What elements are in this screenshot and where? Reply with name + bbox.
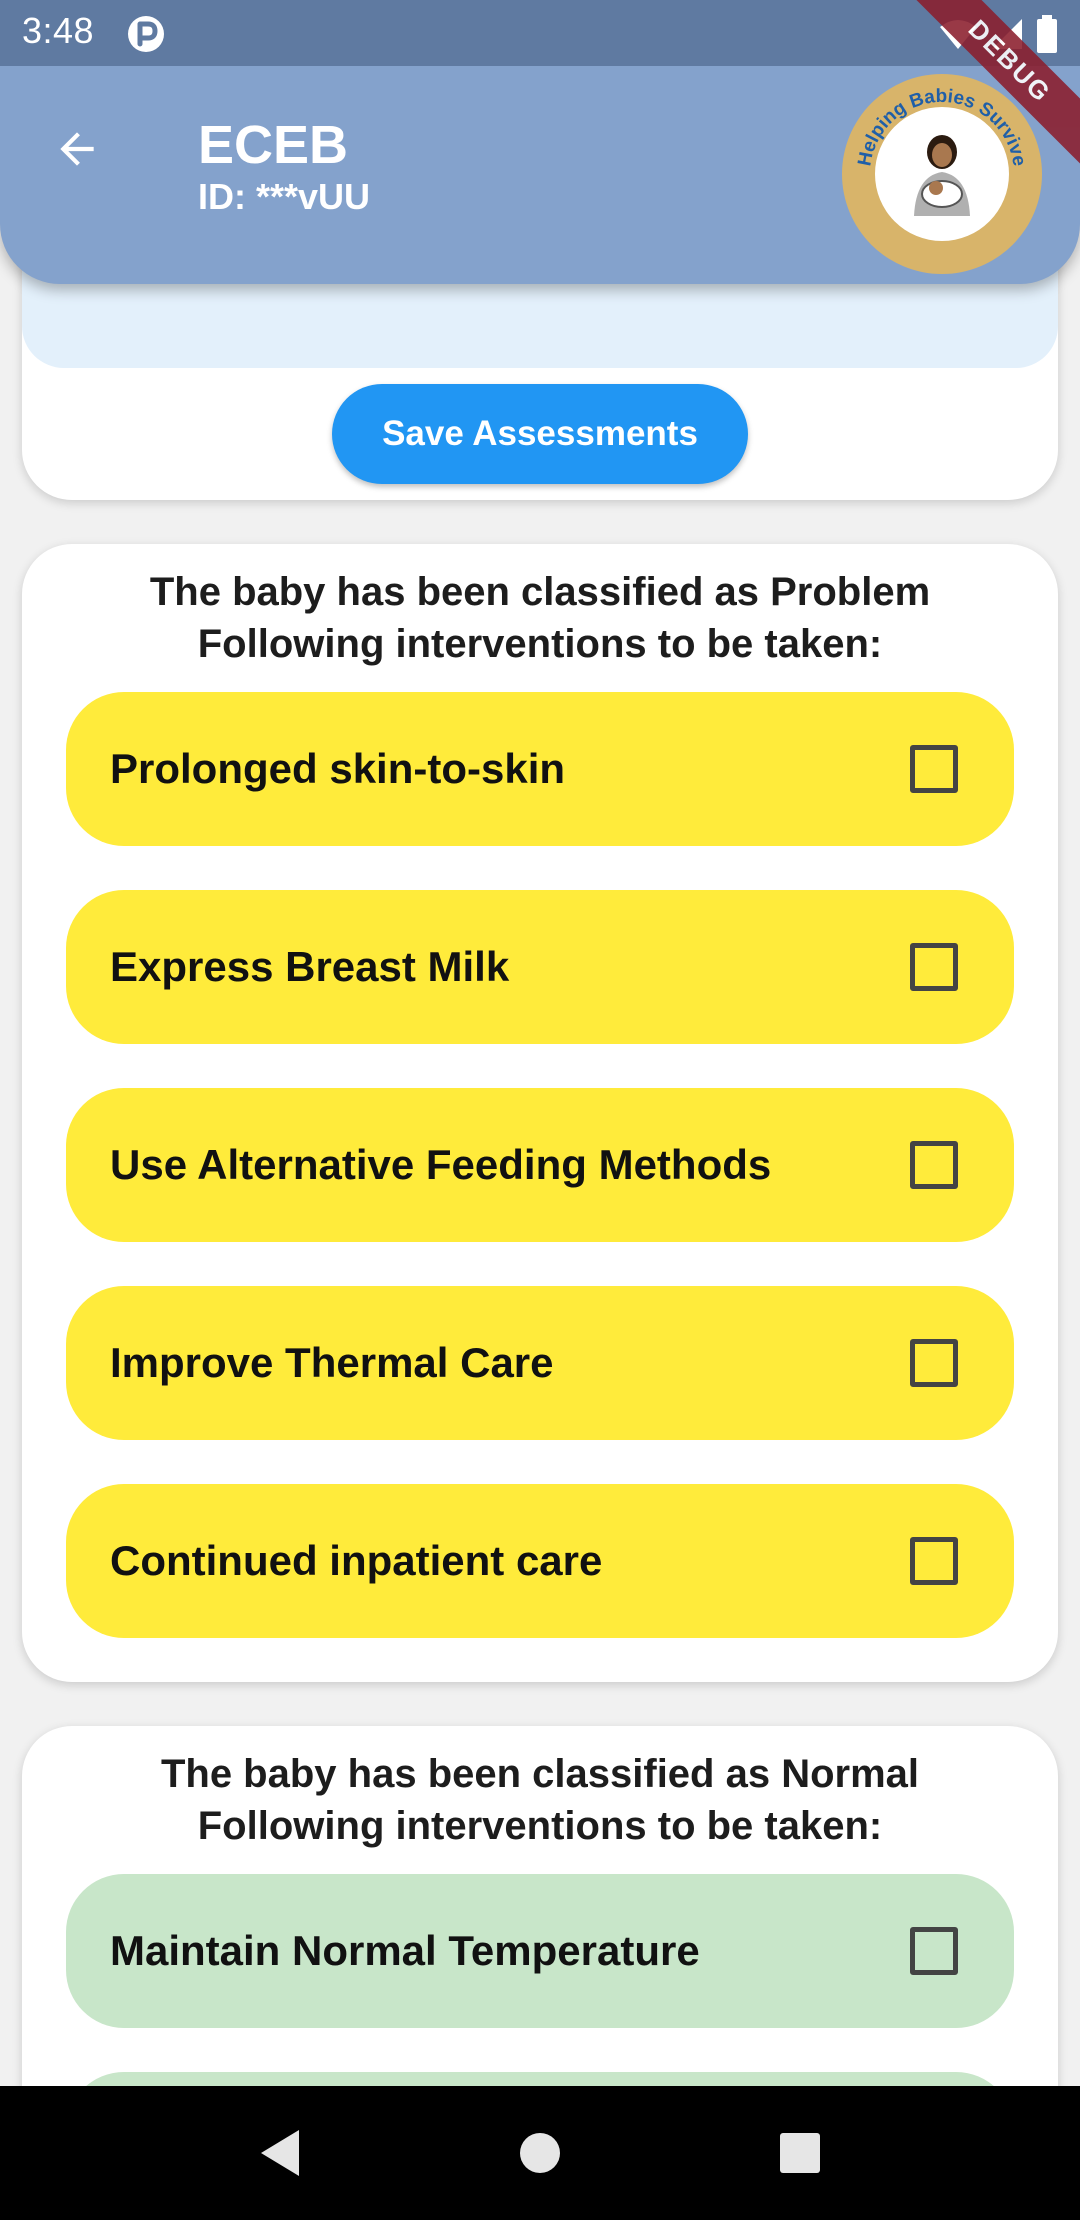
intervention-checkbox[interactable] (910, 1339, 958, 1387)
intervention-checkbox[interactable] (910, 943, 958, 991)
intervention-checkbox[interactable] (910, 1141, 958, 1189)
intervention-checkbox[interactable] (910, 745, 958, 793)
arrow-left-icon (60, 132, 94, 166)
back-button[interactable] (40, 112, 114, 186)
normal-heading-line1: The baby has been classified as Normal (160, 1752, 920, 1796)
intervention-express-breast-milk[interactable]: Express Breast Milk (66, 890, 1014, 1044)
square-recents-icon (780, 2133, 820, 2173)
system-navigation-bar (0, 2086, 1080, 2220)
intervention-label: Maintain Normal Temperature (110, 1927, 700, 1974)
app-title: ECEB (198, 115, 349, 175)
status-time: 3:48 (22, 10, 95, 51)
triangle-back-icon (261, 2130, 299, 2176)
logo-ring-text: Helping Babies Survive (854, 86, 1029, 168)
app-bar: ECEB ID: ***vUU Helping Babies Survive (0, 66, 1080, 284)
intervention-thermal-care[interactable]: Improve Thermal Care (66, 1286, 1014, 1440)
notification-app-icon (128, 16, 164, 52)
intervention-prolonged-skin-to-skin[interactable]: Prolonged skin-to-skin (66, 692, 1014, 846)
normal-card-heading: The baby has been classified as Normal F… (62, 1748, 1018, 1852)
battery-icon (1037, 15, 1057, 53)
intervention-alternative-feeding[interactable]: Use Alternative Feeding Methods (66, 1088, 1014, 1242)
save-assessments-button[interactable]: Save Assessments (332, 384, 748, 484)
intervention-next-item[interactable] (66, 2072, 1014, 2086)
nav-recents-button[interactable] (760, 2113, 840, 2193)
intervention-label: Prolonged skin-to-skin (110, 745, 566, 792)
patient-id: ID: ***vUU (198, 176, 371, 217)
intervention-checkbox[interactable] (910, 1537, 958, 1585)
intervention-label: Improve Thermal Care (110, 1339, 554, 1386)
status-bar: 3:48 (0, 0, 1080, 66)
problem-heading-line2: Following interventions to be taken: (197, 622, 883, 666)
problem-card-heading: The baby has been classified as Problem … (62, 566, 1018, 670)
helping-babies-survive-logo: Helping Babies Survive (842, 74, 1042, 274)
intervention-label: Continued inpatient care (110, 1537, 603, 1584)
svg-text:Helping Babies Survive: Helping Babies Survive (854, 86, 1029, 168)
intervention-label: Use Alternative Feeding Methods (110, 1141, 772, 1188)
intervention-checkbox[interactable] (910, 1927, 958, 1975)
problem-interventions-card: The baby has been classified as Problem … (22, 544, 1058, 1682)
normal-heading-line2: Following interventions to be taken: (197, 1804, 883, 1848)
nav-back-button[interactable] (240, 2113, 320, 2193)
intervention-maintain-normal-temperature[interactable]: Maintain Normal Temperature (66, 1874, 1014, 2028)
intervention-continued-inpatient-care[interactable]: Continued inpatient care (66, 1484, 1014, 1638)
normal-interventions-card: The baby has been classified as Normal F… (22, 1726, 1058, 2086)
nav-home-button[interactable] (500, 2113, 580, 2193)
content-scroll-area[interactable]: Save Assessments The baby has been class… (0, 0, 1080, 2086)
problem-heading-line1: The baby has been classified as Problem (149, 570, 931, 614)
intervention-label: Express Breast Milk (110, 943, 510, 990)
circle-home-icon (520, 2133, 560, 2173)
